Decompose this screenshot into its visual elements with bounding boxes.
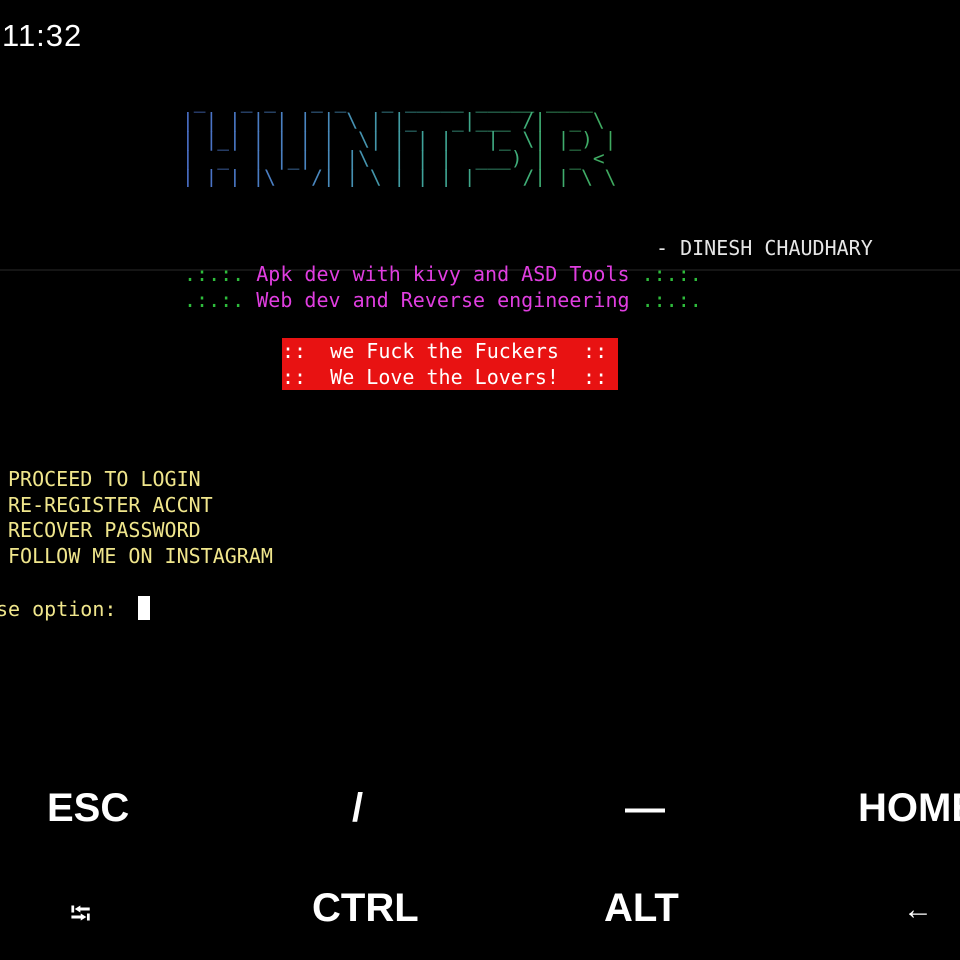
menu-item-instagram[interactable]: FOLLOW ME ON INSTAGRAM (8, 544, 273, 570)
tagline-suffix: .:.:. (629, 288, 702, 312)
tagline-suffix: .:.:. (629, 262, 702, 286)
author-credit: - DINESH CHAUDHARY (656, 236, 873, 260)
key-left-arrow-icon[interactable]: ← (903, 893, 933, 927)
key-ctrl[interactable]: CTRL (312, 886, 419, 931)
tagline-prefix: .:.:. (184, 288, 257, 312)
menu-item-reregister[interactable]: RE-REGISTER ACCNT (8, 493, 273, 519)
main-menu: PROCEED TO LOGIN RE-REGISTER ACCNT RECOV… (8, 467, 273, 570)
slogan-line-1: :: we Fuck the Fuckers :: (282, 339, 608, 363)
key-esc[interactable]: ESC (47, 786, 129, 831)
key-tab-icon[interactable]: ⭾ (70, 893, 91, 941)
menu-item-recover-password[interactable]: RECOVER PASSWORD (8, 518, 273, 544)
tagline-prefix: .:.:. (184, 262, 257, 286)
tagline-text: Web dev and Reverse engineering (256, 288, 630, 312)
key-home[interactable]: HOME (858, 786, 960, 831)
key-alt[interactable]: ALT (604, 886, 679, 931)
prompt-label: se option: (0, 597, 129, 621)
status-time: 11:32 (2, 18, 83, 53)
tagline-web: .:.:. Web dev and Reverse engineering .:… (184, 287, 702, 313)
menu-item-login[interactable]: PROCEED TO LOGIN (8, 467, 273, 493)
key-dash[interactable]: — (625, 786, 665, 831)
slogan-line-2: :: We Love the Lovers! :: (282, 365, 608, 389)
terminal-cursor (138, 596, 151, 620)
ascii-banner: _ _ _ _ _ _ _____ _____ ____ | | | | | |… (182, 90, 617, 189)
option-prompt[interactable]: se option: (0, 596, 151, 622)
tagline-apk: .:.:. Apk dev with kivy and ASD Tools .:… (184, 261, 702, 287)
tagline-text: Apk dev with kivy and ASD Tools (256, 262, 630, 286)
key-slash[interactable]: / (352, 786, 363, 831)
